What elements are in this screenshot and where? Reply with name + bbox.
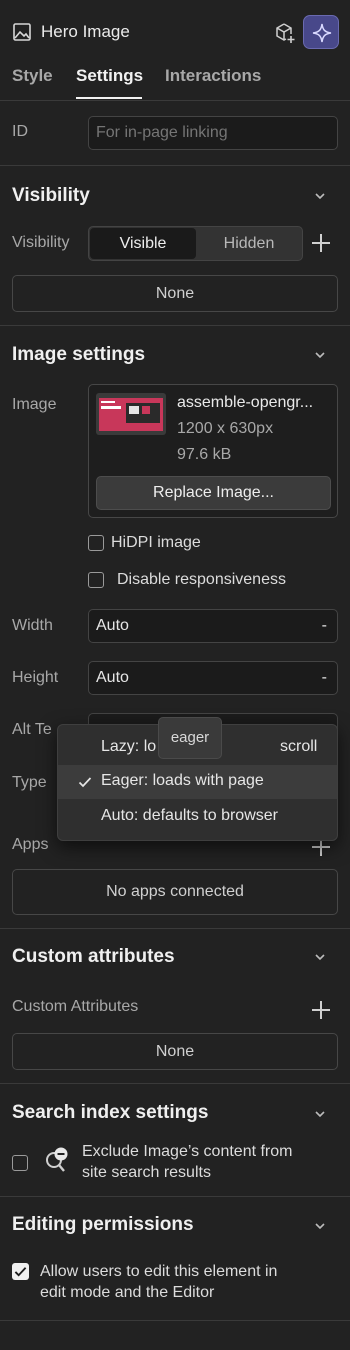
height-input[interactable]: Auto - xyxy=(88,661,338,695)
visibility-label: Visibility xyxy=(12,234,70,251)
ai-assistant-button[interactable] xyxy=(303,15,339,49)
eager-tooltip: eager xyxy=(158,717,222,759)
height-value: Auto xyxy=(96,669,129,686)
image-label: Image xyxy=(12,396,57,413)
image-card: assemble-opengr... 1200 x 630px 97.6 kB … xyxy=(88,384,338,518)
checkmark-icon xyxy=(14,1267,27,1277)
exclude-search-line2: site search results xyxy=(82,1164,211,1181)
chevron-down-icon[interactable] xyxy=(313,950,327,964)
hidden-option[interactable]: Hidden xyxy=(196,228,302,259)
apps-label: Apps xyxy=(12,836,49,853)
width-label: Width xyxy=(12,617,53,634)
replace-image-button[interactable]: Replace Image... xyxy=(96,476,331,510)
exclude-search-line1: Exclude Image’s content from xyxy=(82,1143,293,1160)
hidden-option-label: Hidden xyxy=(223,234,275,252)
checkmark-icon xyxy=(78,777,92,788)
eager-option-label: Eager: loads with page xyxy=(101,772,264,789)
image-settings-section-title: Image settings xyxy=(12,344,146,365)
eager-tooltip-text: eager xyxy=(170,728,210,746)
image-icon xyxy=(13,23,31,41)
replace-image-label: Replace Image... xyxy=(153,484,274,501)
tab-style[interactable]: Style xyxy=(12,66,53,86)
lazy-option-label: Lazy: lo xyxy=(101,738,157,755)
search-index-section-title: Search index settings xyxy=(12,1102,209,1123)
height-unit[interactable]: - xyxy=(322,669,327,687)
visibility-conditions-box[interactable]: None xyxy=(12,275,338,312)
image-file-size: 97.6 kB xyxy=(177,446,232,463)
allow-edit-line2: edit mode and the Editor xyxy=(40,1284,215,1301)
custom-attributes-label: Custom Attributes xyxy=(12,998,139,1015)
add-component-icon[interactable] xyxy=(275,22,297,44)
panel-header: Hero Image xyxy=(0,0,350,60)
chevron-down-icon[interactable] xyxy=(313,348,327,362)
allow-edit-line1: Allow users to edit this element in xyxy=(40,1263,278,1280)
dropdown-option-auto[interactable]: Auto: defaults to browser xyxy=(58,800,337,834)
visible-option-label: Visible xyxy=(119,234,167,252)
disable-responsiveness-checkbox[interactable] xyxy=(88,572,104,588)
apps-empty-text: No apps connected xyxy=(106,883,244,900)
height-label: Height xyxy=(12,669,59,686)
visibility-toggle: Visible Hidden xyxy=(88,226,303,261)
disable-responsiveness-label: Disable responsiveness xyxy=(117,571,286,588)
hidpi-label: HiDPI image xyxy=(111,534,201,551)
type-label: Type xyxy=(12,774,47,791)
exclude-from-search-checkbox[interactable] xyxy=(12,1155,28,1171)
id-input[interactable] xyxy=(88,116,338,150)
image-file-name: assemble-opengr... xyxy=(177,394,314,411)
visibility-section-title: Visibility xyxy=(12,185,90,206)
editing-permissions-section-title: Editing permissions xyxy=(12,1214,194,1235)
chevron-down-icon[interactable] xyxy=(313,1219,327,1233)
width-unit[interactable]: - xyxy=(322,617,327,635)
chevron-down-icon[interactable] xyxy=(313,189,327,203)
apps-box: No apps connected xyxy=(12,869,338,915)
id-label: ID xyxy=(12,123,28,140)
active-tab-indicator xyxy=(76,97,142,99)
element-title: Hero Image xyxy=(41,22,130,41)
width-value: Auto xyxy=(96,617,129,634)
ai-sparkle-icon xyxy=(312,23,332,43)
allow-edit-checkbox[interactable] xyxy=(12,1263,29,1280)
image-dimensions: 1200 x 630px xyxy=(177,420,274,437)
image-thumbnail[interactable] xyxy=(96,393,166,435)
hidpi-checkbox[interactable] xyxy=(88,535,104,551)
tab-interactions[interactable]: Interactions xyxy=(165,66,261,86)
custom-attributes-section-title: Custom attributes xyxy=(12,946,175,967)
add-visibility-condition-icon[interactable] xyxy=(312,234,330,252)
custom-attributes-empty: None xyxy=(155,1042,195,1060)
search-exclude-icon xyxy=(46,1147,68,1172)
visible-option[interactable]: Visible xyxy=(90,228,196,259)
auto-option-label: Auto: defaults to browser xyxy=(101,807,278,824)
dropdown-option-eager[interactable]: Eager: loads with page xyxy=(58,765,337,799)
custom-attributes-box: None xyxy=(12,1033,338,1070)
tab-settings[interactable]: Settings xyxy=(76,66,143,86)
alt-text-label: Alt Te xyxy=(12,721,52,738)
chevron-down-icon[interactable] xyxy=(313,1107,327,1121)
lazy-option-label-tail: scroll xyxy=(280,738,318,755)
visibility-conditions-value: None xyxy=(155,284,195,302)
add-custom-attribute-icon[interactable] xyxy=(312,1001,330,1019)
width-input[interactable]: Auto - xyxy=(88,609,338,643)
